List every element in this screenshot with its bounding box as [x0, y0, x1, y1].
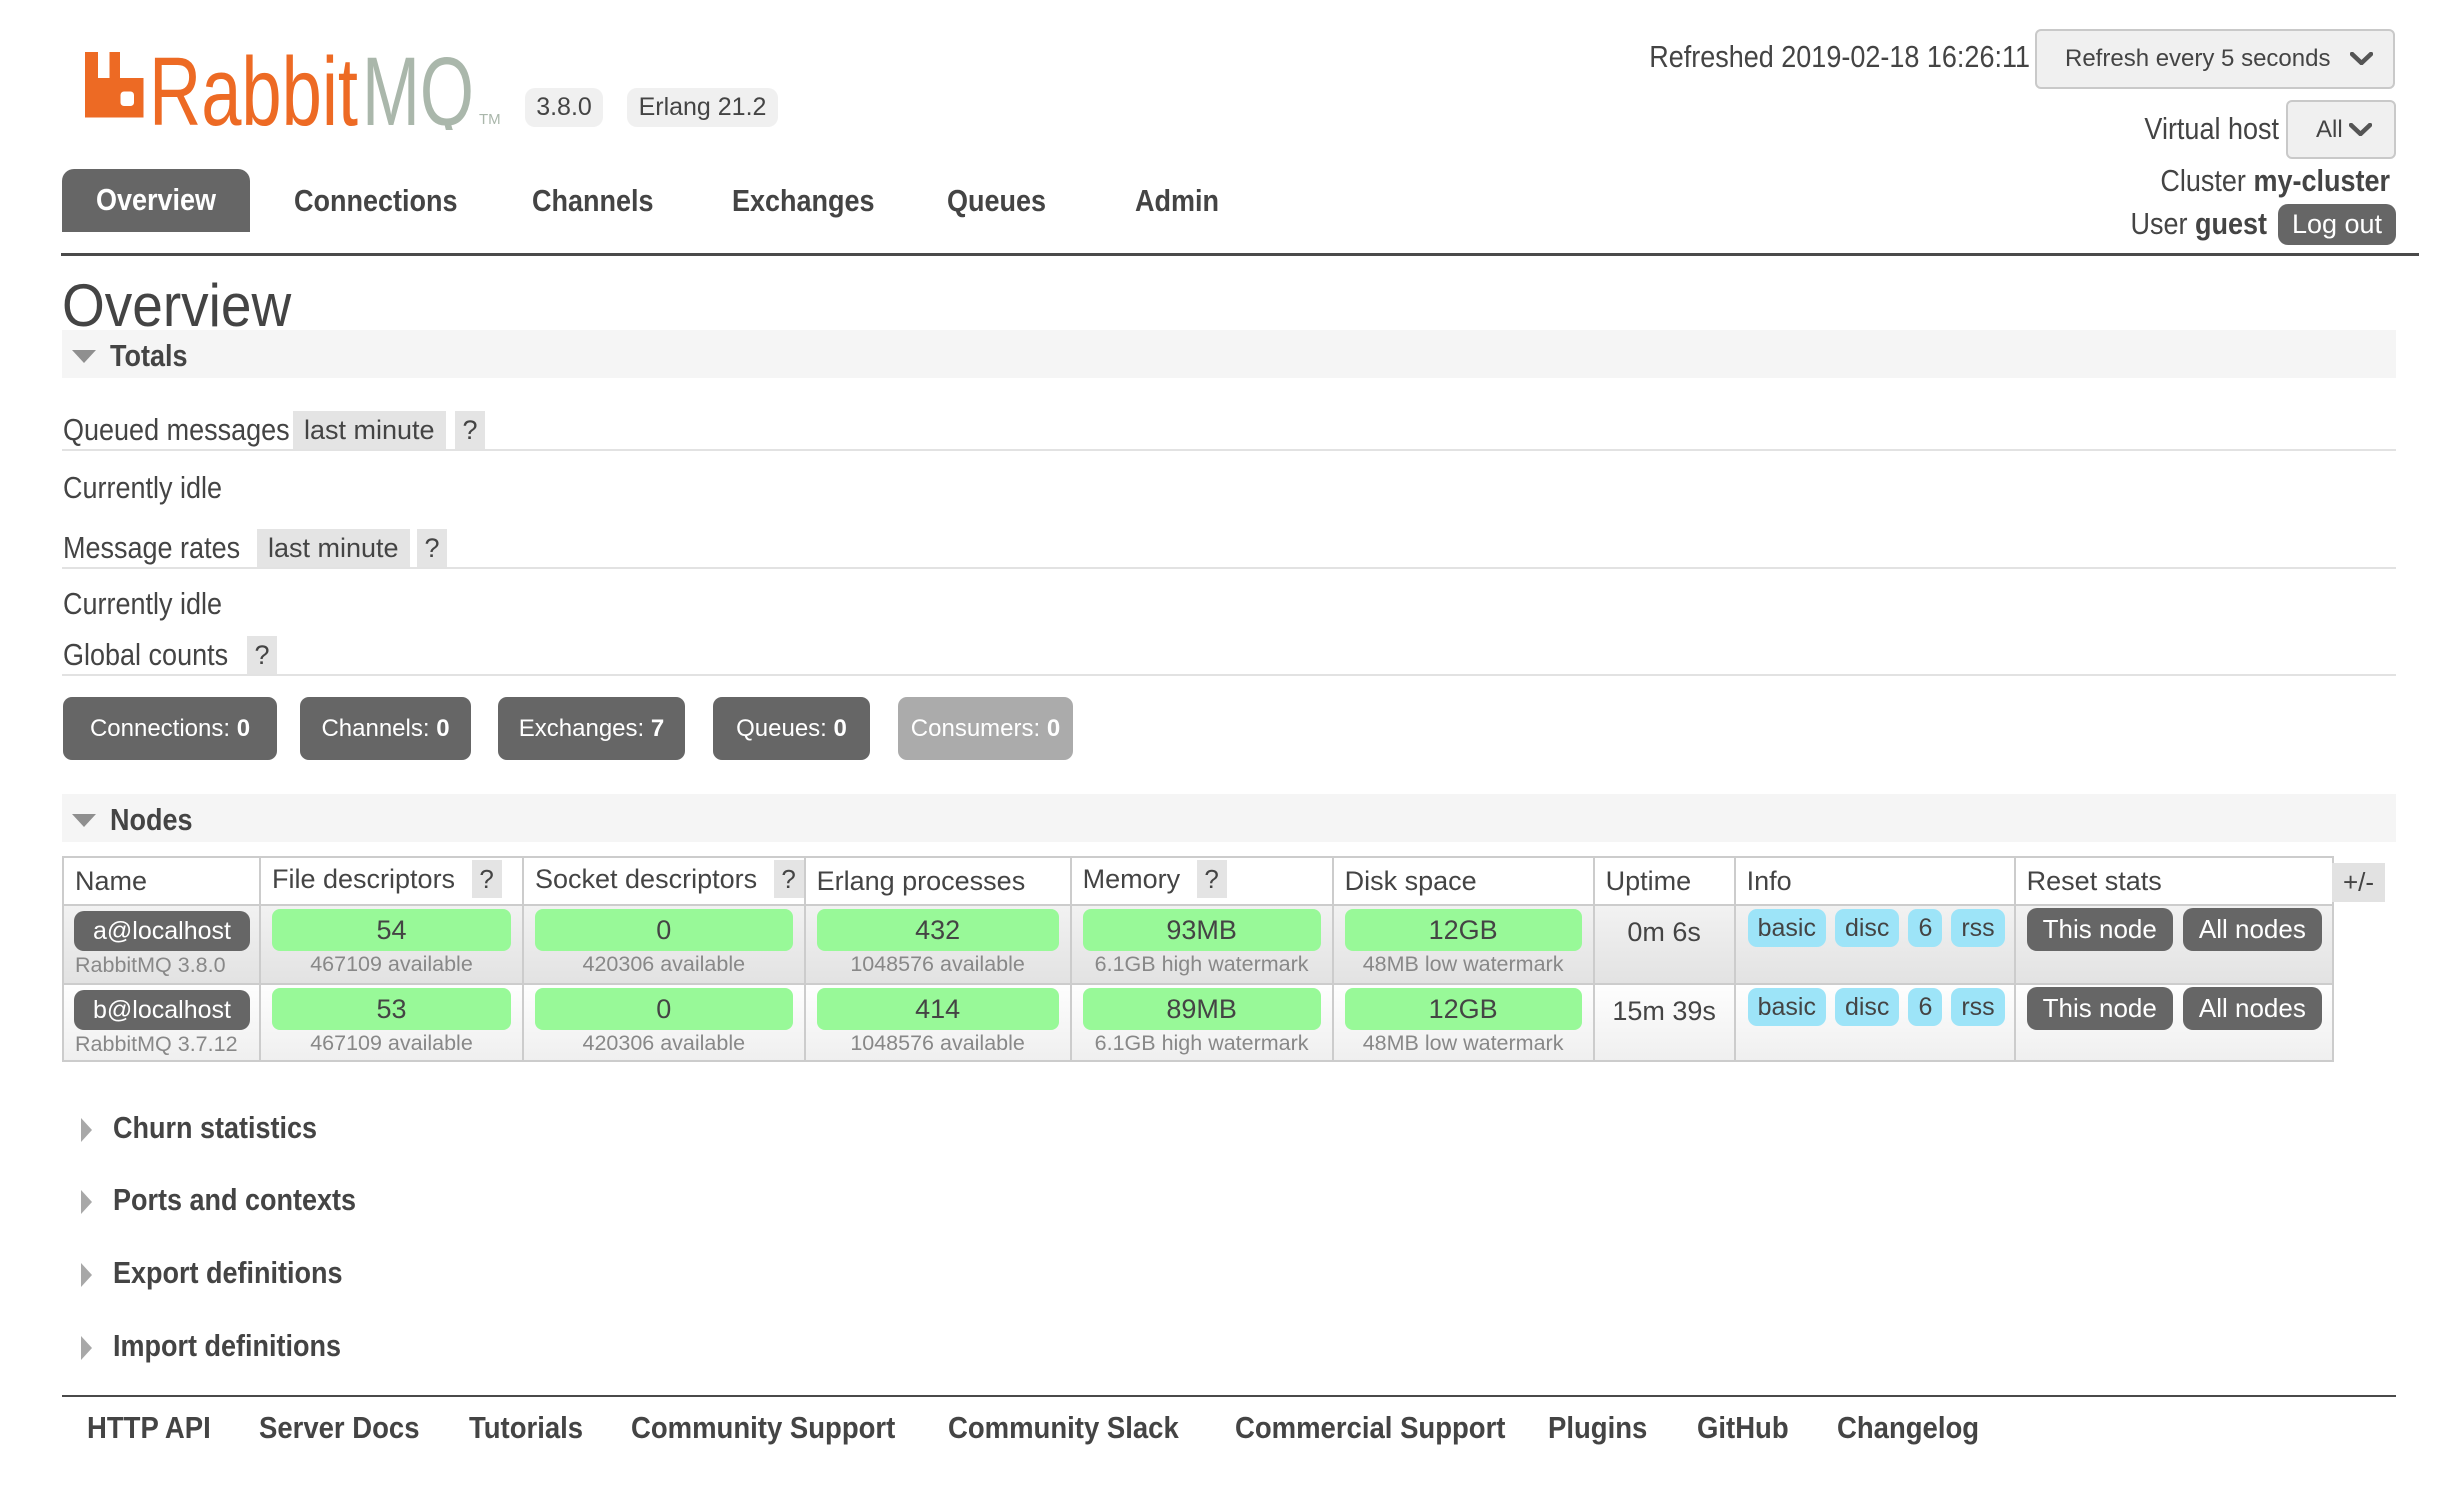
svg-text:MQ: MQ [362, 50, 474, 130]
svg-text:Rabbit: Rabbit [149, 50, 358, 130]
svg-text:TM: TM [479, 111, 501, 128]
